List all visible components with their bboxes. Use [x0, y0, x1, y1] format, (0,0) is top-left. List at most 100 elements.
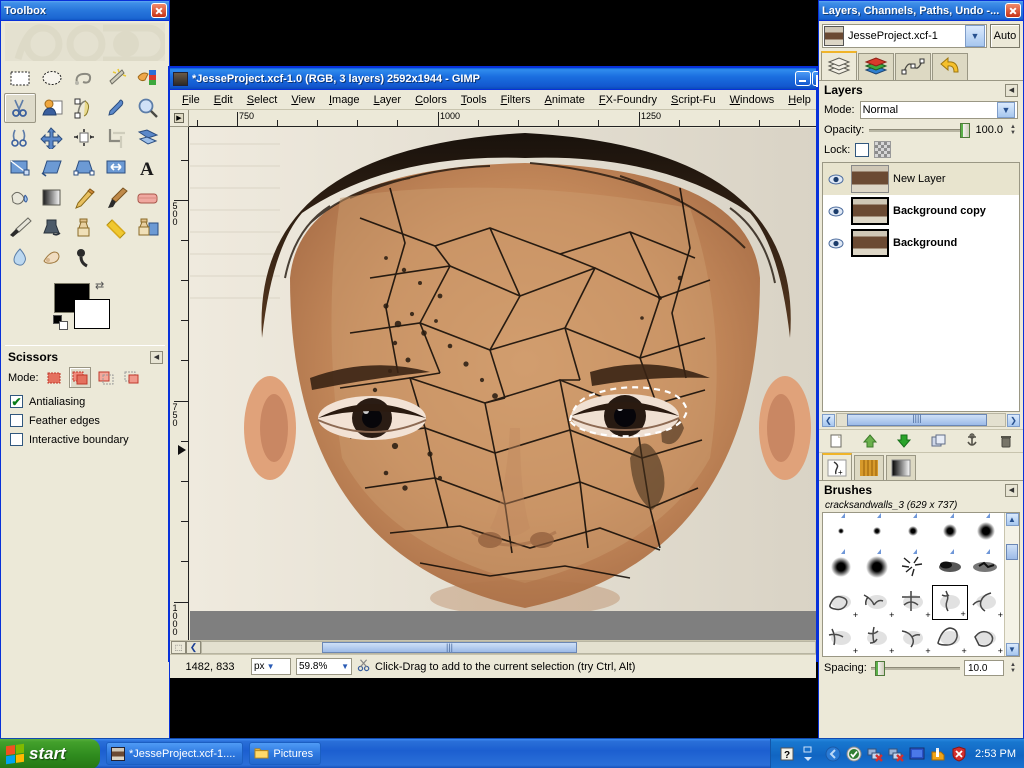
- menu-filters[interactable]: Filters: [494, 92, 538, 108]
- spacing-value[interactable]: 10.0: [964, 660, 1004, 676]
- brush-cell[interactable]: [895, 513, 931, 549]
- foreground-select-tool[interactable]: [36, 93, 68, 123]
- zoom-selector[interactable]: 59.8% ▼: [296, 658, 352, 675]
- select-by-color-tool[interactable]: [132, 63, 164, 93]
- menu-script-fu[interactable]: Script-Fu: [664, 92, 723, 108]
- dock-titlebar[interactable]: Layers, Channels, Paths, Undo -...: [819, 1, 1023, 21]
- layer-list-scrollbar[interactable]: [836, 413, 1006, 427]
- brush-cell[interactable]: +: [931, 584, 968, 621]
- edited-portrait-image[interactable]: [190, 128, 816, 611]
- chevron-down-icon[interactable]: ▼: [965, 25, 985, 47]
- network-disconnected-2-icon[interactable]: [888, 746, 904, 762]
- channels-tab[interactable]: [858, 53, 894, 80]
- menu-file[interactable]: File: [175, 92, 207, 108]
- image-window-titlebar[interactable]: *JesseProject.xcf-1.0 (RGB, 3 layers) 25…: [170, 68, 829, 90]
- swap-colors-icon[interactable]: ⇄: [95, 279, 104, 292]
- duplicate-layer-button[interactable]: [927, 431, 949, 451]
- layer-mode-combo[interactable]: Normal ▼: [859, 101, 1018, 119]
- image-canvas[interactable]: [190, 128, 816, 640]
- menu-help[interactable]: Help: [781, 92, 818, 108]
- scroll-up-icon[interactable]: ▲: [1005, 513, 1019, 526]
- horizontal-scroll-thumb[interactable]: [322, 642, 577, 653]
- collapse-icon[interactable]: ◀: [1005, 483, 1018, 497]
- vertical-ruler[interactable]: 5 0 0 7 5 0 1 0 0 0: [170, 127, 189, 640]
- layer-list-scroll-thumb[interactable]: [847, 414, 987, 426]
- patterns-tab[interactable]: [854, 455, 884, 480]
- menu-image[interactable]: Image: [322, 92, 367, 108]
- layer-visibility-icon[interactable]: [825, 206, 847, 217]
- perspective-tool[interactable]: [68, 153, 100, 183]
- spacing-spinner[interactable]: ▲ ▼: [1008, 662, 1018, 674]
- brush-cell[interactable]: [823, 548, 859, 585]
- menu-tools[interactable]: Tools: [454, 92, 494, 108]
- scroll-down-icon[interactable]: ▼: [1005, 643, 1019, 656]
- paths-tab[interactable]: [895, 53, 931, 80]
- brush-cell[interactable]: +: [968, 620, 1004, 656]
- network-disconnected-icon[interactable]: [867, 746, 883, 762]
- lower-layer-button[interactable]: [893, 431, 915, 451]
- opacity-slider-knob[interactable]: [960, 123, 971, 138]
- ellipse-select-tool[interactable]: [36, 63, 68, 93]
- scroll-right-icon[interactable]: ❯: [1007, 413, 1020, 427]
- brush-cell[interactable]: +: [932, 620, 968, 656]
- menu-layer[interactable]: Layer: [367, 92, 409, 108]
- mode-intersect-with-selection-icon[interactable]: [121, 367, 143, 388]
- layer-row[interactable]: New Layer: [823, 163, 1019, 195]
- zoom-tool[interactable]: [132, 93, 164, 123]
- brush-cell[interactable]: +: [859, 620, 895, 656]
- brush-cell[interactable]: [932, 548, 968, 585]
- clone-tool[interactable]: [68, 213, 100, 243]
- brush-cell[interactable]: [823, 513, 859, 549]
- spacing-slider[interactable]: [870, 661, 960, 676]
- crop-tool[interactable]: [100, 123, 132, 153]
- flip-tool[interactable]: [100, 153, 132, 183]
- antialiasing-option[interactable]: Antialiasing: [1, 392, 169, 411]
- collapse-icon[interactable]: ◀: [150, 350, 163, 364]
- heal-tool[interactable]: [100, 213, 132, 243]
- menu-windows[interactable]: Windows: [723, 92, 782, 108]
- taskbar-item-pictures[interactable]: Pictures: [249, 742, 322, 765]
- menu-select[interactable]: Select: [240, 92, 285, 108]
- pencil-tool[interactable]: [68, 183, 100, 213]
- brush-cell[interactable]: [968, 548, 1004, 585]
- anchor-layer-button[interactable]: [961, 431, 983, 451]
- menu-animate[interactable]: Animate: [538, 92, 592, 108]
- move-tool[interactable]: [36, 123, 68, 153]
- raise-layer-button[interactable]: [859, 431, 881, 451]
- brush-scroll-thumb[interactable]: [1006, 544, 1018, 560]
- menu-colors[interactable]: Colors: [408, 92, 454, 108]
- layer-row[interactable]: Background copy: [823, 195, 1019, 227]
- new-layer-button[interactable]: [825, 431, 847, 451]
- undo-history-tab[interactable]: [932, 53, 968, 80]
- eraser-tool[interactable]: [132, 183, 164, 213]
- brush-cell[interactable]: [932, 513, 968, 549]
- background-color-swatch[interactable]: [74, 299, 110, 329]
- opacity-spinner[interactable]: ▲ ▼: [1008, 124, 1018, 136]
- paintbrush-tool[interactable]: [100, 183, 132, 213]
- measure-tool[interactable]: [4, 123, 36, 153]
- layer-row[interactable]: Background: [823, 227, 1019, 259]
- interactive-boundary-option[interactable]: Interactive boundary: [1, 430, 169, 449]
- gradient-tool[interactable]: [36, 183, 68, 213]
- image-combo[interactable]: JesseProject.xcf-1 ▼: [822, 24, 987, 48]
- layer-visibility-icon[interactable]: [825, 238, 847, 249]
- gradients-tab[interactable]: [886, 455, 916, 480]
- brush-cell[interactable]: [859, 548, 895, 585]
- horizontal-scrollbar[interactable]: [201, 641, 816, 654]
- feather-edges-option[interactable]: Feather edges: [1, 411, 169, 430]
- wilber-drop-area[interactable]: [5, 23, 165, 61]
- brushes-tab[interactable]: +: [822, 453, 852, 480]
- free-select-tool[interactable]: [68, 63, 100, 93]
- scroll-left-icon[interactable]: ❮: [822, 413, 835, 427]
- scissors-select-tool[interactable]: [4, 93, 36, 123]
- scale-tool[interactable]: [4, 153, 36, 183]
- dock-close-icon[interactable]: [1005, 3, 1021, 18]
- ruler-menu-button[interactable]: ▶: [170, 110, 189, 127]
- toolbox-close-icon[interactable]: [151, 3, 167, 18]
- rotate-tool[interactable]: [132, 123, 164, 153]
- alignment-tool[interactable]: [68, 123, 100, 153]
- mode-subtract-from-selection-icon[interactable]: [95, 367, 117, 388]
- image-window-minimize-icon[interactable]: [795, 71, 811, 86]
- mode-add-to-selection-icon[interactable]: [68, 367, 91, 388]
- spacing-slider-knob[interactable]: [874, 661, 885, 676]
